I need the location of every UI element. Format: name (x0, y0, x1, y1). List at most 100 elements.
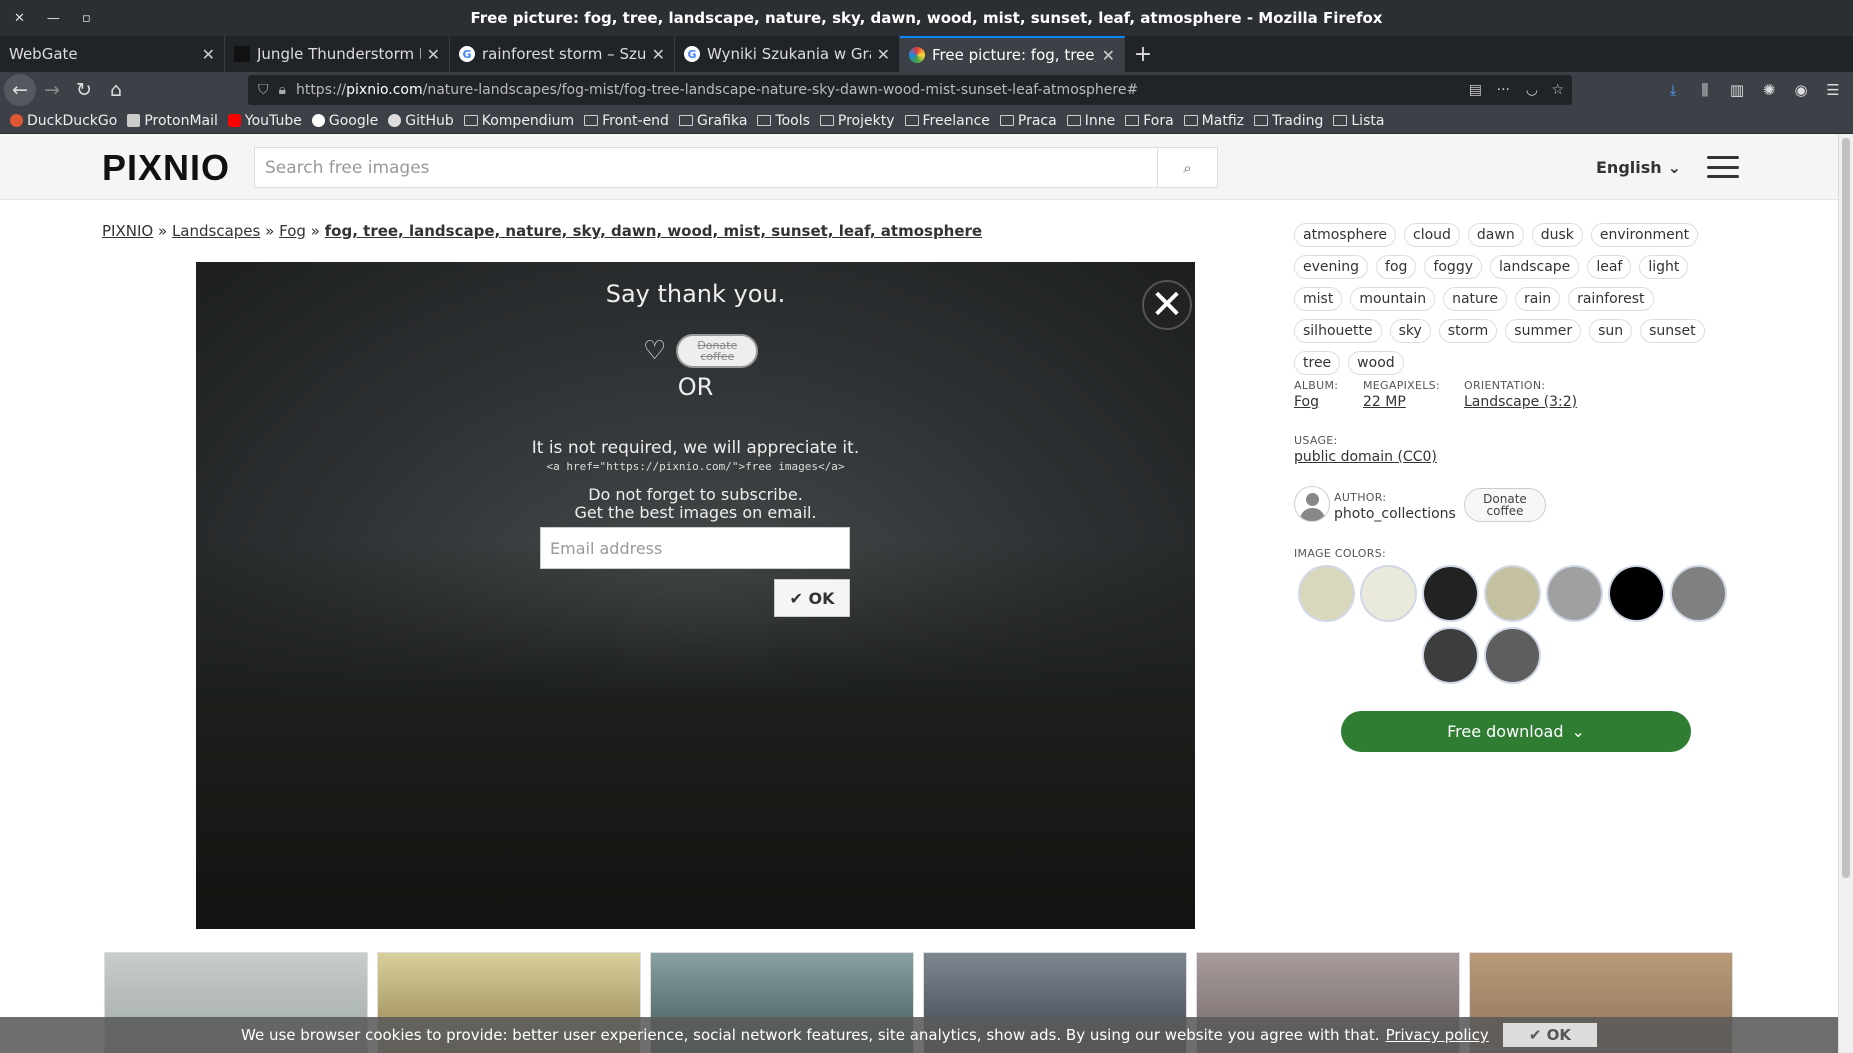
tab-close-icon[interactable]: ✕ (1102, 46, 1115, 65)
breadcrumb-landscapes[interactable]: Landscapes (172, 222, 260, 240)
bookmark-praca[interactable]: Praca (999, 113, 1057, 129)
avatar[interactable] (1294, 486, 1330, 522)
bookmark-protonmail[interactable]: ProtonMail (127, 113, 218, 129)
free-download-button[interactable]: Free download ⌄ (1341, 711, 1691, 752)
tag-dusk[interactable]: dusk (1531, 223, 1583, 247)
url-bar[interactable]: ⛉ 🔒︎ https://pixnio.com/nature-landscape… (248, 75, 1572, 105)
search-input[interactable] (255, 148, 1157, 187)
bookmark-front-end[interactable]: Front-end (584, 113, 669, 129)
usage-link[interactable]: public domain (CC0) (1294, 449, 1437, 465)
maximize-icon[interactable]: ▫ (82, 11, 91, 26)
bookmark-fora[interactable]: Fora (1125, 113, 1174, 129)
color-swatch[interactable] (1610, 567, 1663, 620)
page-scrollbar[interactable] (1838, 134, 1853, 1053)
color-swatch[interactable] (1424, 629, 1477, 682)
color-swatch[interactable] (1486, 567, 1539, 620)
pocket-icon[interactable]: ◡ (1526, 82, 1538, 98)
tag-cloud[interactable]: cloud (1404, 223, 1460, 247)
tag-tree[interactable]: tree (1294, 351, 1341, 375)
shield-icon[interactable]: ⛉ (258, 82, 269, 98)
bookmark-youtube[interactable]: YouTube (227, 113, 302, 129)
page-actions-icon[interactable]: ··· (1497, 82, 1510, 98)
tag-storm[interactable]: storm (1438, 319, 1498, 343)
bookmark-duckduckgo[interactable]: DuckDuckGo (10, 113, 117, 129)
tag-evening[interactable]: evening (1294, 255, 1369, 279)
back-icon[interactable]: ← (4, 74, 36, 106)
donate-coffee-button[interactable]: Donate coffee (676, 334, 759, 368)
subscribe-ok-button[interactable]: ✔ OK (774, 579, 850, 617)
minimize-icon[interactable]: — (47, 11, 60, 26)
tag-silhouette[interactable]: silhouette (1294, 319, 1382, 343)
tag-sky[interactable]: sky (1389, 319, 1431, 343)
download-icon[interactable]: ⤓ (1659, 81, 1687, 99)
bookmark-trading[interactable]: Trading (1254, 113, 1323, 129)
search-button[interactable]: ⌕ (1157, 148, 1217, 187)
tab-close-icon[interactable]: ✕ (652, 45, 665, 64)
color-swatch[interactable] (1548, 567, 1601, 620)
close-window-icon[interactable]: ✕ (14, 11, 25, 26)
tag-atmosphere[interactable]: atmosphere (1294, 223, 1396, 247)
megapixels-link[interactable]: 22 MP (1363, 394, 1406, 410)
bookmark-tools[interactable]: Tools (757, 113, 810, 129)
color-swatch[interactable] (1362, 567, 1415, 620)
home-icon[interactable]: ⌂ (100, 74, 132, 106)
color-swatch[interactable] (1300, 567, 1353, 620)
pixnio-logo[interactable]: PIXNIO (102, 147, 230, 189)
tab-webgate[interactable]: WebGate ✕ (0, 36, 225, 72)
tag-landscape[interactable]: landscape (1490, 255, 1580, 279)
privacy-policy-link[interactable]: Privacy policy (1386, 1026, 1489, 1044)
bookmark-github[interactable]: GitHub (388, 113, 454, 129)
tag-leaf[interactable]: leaf (1587, 255, 1632, 279)
tab-rainforest[interactable]: Grainforest storm – Szuka✕ (450, 36, 675, 72)
tag-environment[interactable]: environment (1590, 223, 1699, 247)
author-donate-button[interactable]: Donate coffee (1464, 488, 1546, 522)
heart-icon[interactable]: ♡ (643, 336, 666, 366)
bookmark-grafika[interactable]: Grafika (678, 113, 747, 129)
hamburger-menu-icon[interactable] (1707, 156, 1739, 178)
sidebar-icon[interactable]: ▥ (1723, 81, 1751, 99)
bookmark-kompendium[interactable]: Kompendium (463, 113, 574, 129)
bookmark-star-icon[interactable]: ☆ (1551, 82, 1564, 98)
bookmark-freelance[interactable]: Freelance (904, 113, 990, 129)
tag-fog[interactable]: fog (1376, 255, 1417, 279)
tag-light[interactable]: light (1639, 255, 1689, 279)
tag-nature[interactable]: nature (1443, 287, 1507, 311)
lock-icon[interactable]: 🔒︎ (279, 82, 286, 98)
new-tab-button[interactable]: + (1125, 36, 1161, 72)
tag-wood[interactable]: wood (1348, 351, 1404, 375)
tab-jungle[interactable]: Jungle Thunderstorm Pic✕ (225, 36, 450, 72)
menu-icon[interactable]: ☰ (1819, 81, 1847, 99)
album-link[interactable]: Fog (1294, 394, 1319, 410)
email-field[interactable] (540, 527, 850, 569)
bookmark-inne[interactable]: Inne (1066, 113, 1115, 129)
tab-pixnio[interactable]: Free picture: fog, tree, la✕ (900, 36, 1125, 72)
language-selector[interactable]: English ⌄ (1596, 158, 1681, 177)
tag-rainforest[interactable]: rainforest (1568, 287, 1654, 311)
tag-foggy[interactable]: foggy (1424, 255, 1482, 279)
tab-close-icon[interactable]: ✕ (877, 45, 890, 64)
color-swatch[interactable] (1424, 567, 1477, 620)
cookie-ok-button[interactable]: ✔ OK (1502, 1023, 1597, 1047)
orientation-link[interactable]: Landscape (3:2) (1464, 394, 1577, 410)
tab-wyniki[interactable]: GWyniki Szukania w Grafic✕ (675, 36, 900, 72)
account-icon[interactable]: ◉ (1787, 81, 1815, 99)
extension-icon[interactable]: ✺ (1755, 81, 1783, 99)
tag-mist[interactable]: mist (1294, 287, 1343, 311)
tab-close-icon[interactable]: ✕ (427, 45, 440, 64)
reader-view-icon[interactable]: ▤ (1469, 82, 1482, 98)
tag-mountain[interactable]: mountain (1350, 287, 1436, 311)
tag-summer[interactable]: summer (1505, 319, 1582, 343)
tag-sun[interactable]: sun (1589, 319, 1633, 343)
bookmark-google[interactable]: Google (311, 113, 378, 129)
color-swatch[interactable] (1672, 567, 1725, 620)
breadcrumb-home[interactable]: PIXNIO (102, 222, 153, 240)
tag-sunset[interactable]: sunset (1640, 319, 1705, 343)
library-icon[interactable]: ⫼ (1691, 81, 1719, 99)
forward-icon[interactable]: → (36, 74, 68, 106)
author-name[interactable]: photo_collections (1334, 506, 1456, 522)
color-swatch[interactable] (1486, 629, 1539, 682)
bookmark-lista[interactable]: Lista (1333, 113, 1384, 129)
tag-dawn[interactable]: dawn (1467, 223, 1524, 247)
tag-rain[interactable]: rain (1514, 287, 1561, 311)
tab-close-icon[interactable]: ✕ (202, 45, 215, 64)
